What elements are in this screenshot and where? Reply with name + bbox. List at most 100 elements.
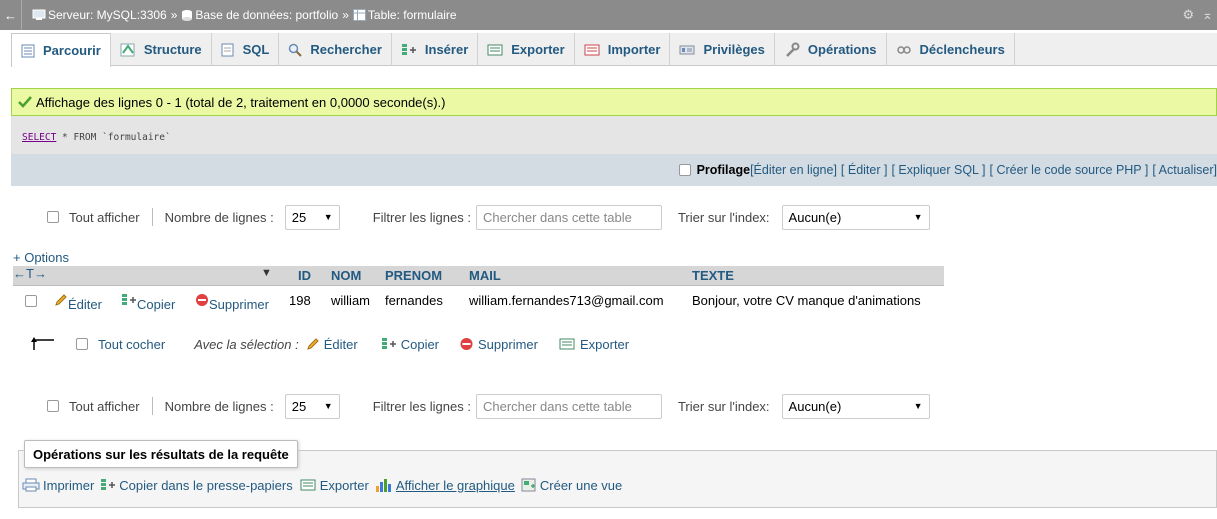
- tab-search[interactable]: Rechercher: [279, 33, 392, 66]
- tab-structure[interactable]: Structure: [111, 33, 212, 66]
- column-dropdown-icon[interactable]: ▼: [261, 267, 272, 279]
- sql-query-box: SELECT * FROM `formulaire`: [11, 116, 1217, 154]
- column-header-texte[interactable]: TEXTE: [692, 268, 734, 283]
- sql-query[interactable]: SELECT * FROM `formulaire`: [22, 132, 171, 143]
- rows-label: Nombre de lignes :: [164, 209, 274, 225]
- cell-nom: william: [331, 293, 370, 308]
- tab-insert[interactable]: Insérer: [392, 33, 479, 66]
- column-resize-icon[interactable]: ←T→: [13, 266, 47, 281]
- row-edit-button[interactable]: Éditer: [54, 293, 102, 312]
- selection-edit-button[interactable]: Éditer: [305, 337, 358, 352]
- check-all-label[interactable]: Tout cocher: [98, 337, 165, 352]
- query-actions-bar: Profilage [Éditer en ligne] [ Éditer ] […: [11, 154, 1217, 186]
- show-all-label: Tout afficher: [69, 398, 140, 414]
- browse-icon: [21, 44, 35, 58]
- row-delete-button[interactable]: Supprimer: [195, 293, 269, 312]
- dropdown-arrow-icon: ▼: [323, 401, 333, 411]
- create-view-link[interactable]: Créer une vue: [521, 478, 622, 493]
- search-icon: [288, 43, 303, 57]
- dropdown-arrow-icon: ▼: [323, 212, 333, 222]
- selection-copy-button[interactable]: Copier: [380, 337, 439, 352]
- selection-actions: Tout cocher Avec la sélection : Éditer C…: [30, 332, 629, 356]
- tab-import[interactable]: Importer: [575, 33, 671, 66]
- divider: [151, 208, 153, 226]
- show-chart-link[interactable]: Afficher le graphique: [375, 478, 515, 493]
- collapse-up-icon[interactable]: ⌅: [1202, 7, 1213, 23]
- edit-inline-link[interactable]: [Éditer en ligne]: [750, 163, 837, 177]
- checkmark-icon: [18, 96, 32, 108]
- tab-bar: Parcourir Structure SQL Rechercher Insér…: [11, 33, 1217, 67]
- selection-delete-button[interactable]: Supprimer: [459, 337, 538, 352]
- breadcrumb-table[interactable]: Table: formulaire: [352, 8, 457, 22]
- tab-browse[interactable]: Parcourir: [11, 33, 111, 67]
- options-link[interactable]: + Options: [13, 250, 69, 265]
- rows-select[interactable]: 25 ▼: [284, 204, 340, 230]
- sort-select[interactable]: Aucun(e) ▼: [781, 393, 930, 419]
- create-view-icon: [521, 478, 536, 492]
- sort-select[interactable]: Aucun(e) ▼: [781, 204, 930, 230]
- dropdown-arrow-icon: ▼: [913, 212, 923, 222]
- query-operations-links: Imprimer Copier dans le presse-papiers E…: [22, 475, 628, 495]
- column-header-mail[interactable]: MAIL: [469, 268, 501, 283]
- sort-label: Trier sur l'index:: [677, 209, 770, 225]
- table-row: Éditer Copier Supprimer 198 william fern…: [13, 289, 944, 313]
- show-all-checkbox[interactable]: [47, 211, 59, 223]
- tab-triggers[interactable]: Déclencheurs: [887, 33, 1015, 66]
- filter-input[interactable]: Chercher dans cette table: [475, 204, 662, 230]
- triggers-icon: [896, 43, 912, 57]
- topbar-controls: ⚙ ⌅: [1182, 7, 1213, 23]
- row-checkbox[interactable]: [25, 295, 37, 307]
- profiling-checkbox[interactable]: [678, 164, 691, 176]
- breadcrumb-bar: ← Serveur: MySQL:3306 » Base de données:…: [0, 0, 1217, 30]
- cell-texte: Bonjour, votre CV manque d'animations: [692, 293, 921, 308]
- copy-clipboard-link[interactable]: Copier dans le presse-papiers: [100, 478, 293, 493]
- rows-label: Nombre de lignes :: [164, 398, 274, 414]
- breadcrumb-database[interactable]: Base de données: portfolio: [181, 8, 338, 22]
- tab-operations[interactable]: Opérations: [775, 33, 887, 66]
- divider: [21, 0, 22, 30]
- cell-id: 198: [289, 293, 311, 308]
- copy-icon: [101, 479, 116, 490]
- privileges-icon: [679, 43, 695, 57]
- export-icon: [559, 338, 575, 350]
- delete-icon: [196, 294, 208, 306]
- bar-chart-icon: [375, 479, 391, 492]
- breadcrumb-server[interactable]: Serveur: MySQL:3306: [32, 8, 167, 22]
- export-link[interactable]: Exporter: [299, 478, 369, 493]
- print-link[interactable]: Imprimer: [22, 478, 94, 493]
- tab-sql[interactable]: SQL: [212, 33, 280, 66]
- query-operations-legend: Opérations sur les résultats de la requê…: [24, 440, 298, 468]
- filter-label: Filtrer les lignes :: [372, 209, 471, 225]
- sql-icon: [221, 43, 235, 57]
- column-header-id[interactable]: ID: [298, 268, 311, 283]
- export-icon: [487, 43, 503, 57]
- results-table-header: ←T→ ▼ ID NOM PRENOM MAIL TEXTE: [13, 266, 944, 286]
- filter-input[interactable]: Chercher dans cette table: [475, 393, 662, 419]
- explain-sql-link[interactable]: [ Expliquer SQL ]: [891, 163, 985, 177]
- show-all-label: Tout afficher: [69, 209, 140, 225]
- export-icon: [300, 479, 316, 491]
- arrow-up-left-icon: [31, 337, 54, 350]
- check-all-checkbox[interactable]: [76, 338, 88, 350]
- table-navigation-bottom: Tout afficher Nombre de lignes : 25 ▼ Fil…: [47, 391, 930, 421]
- edit-query-link[interactable]: [ Éditer ]: [841, 163, 888, 177]
- tab-export[interactable]: Exporter: [478, 33, 575, 66]
- collapse-arrow-icon[interactable]: ←: [4, 8, 18, 23]
- tab-privileges[interactable]: Privilèges: [670, 33, 775, 66]
- wrench-icon: [784, 42, 800, 58]
- show-all-checkbox[interactable]: [47, 400, 59, 412]
- copy-icon: [381, 338, 396, 349]
- pencil-icon: [55, 294, 67, 306]
- refresh-link[interactable]: [ Actualiser]: [1152, 163, 1217, 177]
- column-header-nom[interactable]: NOM: [331, 268, 361, 283]
- selection-export-button[interactable]: Exporter: [558, 337, 629, 352]
- column-header-prenom[interactable]: PRENOM: [385, 268, 442, 283]
- divider: [151, 397, 153, 415]
- table-icon: [352, 9, 366, 21]
- with-selection-label: Avec la sélection :: [194, 336, 299, 352]
- delete-icon: [460, 338, 473, 350]
- php-code-link[interactable]: [ Créer le code source PHP ]: [990, 163, 1149, 177]
- gear-icon[interactable]: ⚙: [1182, 7, 1194, 23]
- row-copy-button[interactable]: Copier: [121, 293, 175, 312]
- rows-select[interactable]: 25 ▼: [284, 393, 340, 419]
